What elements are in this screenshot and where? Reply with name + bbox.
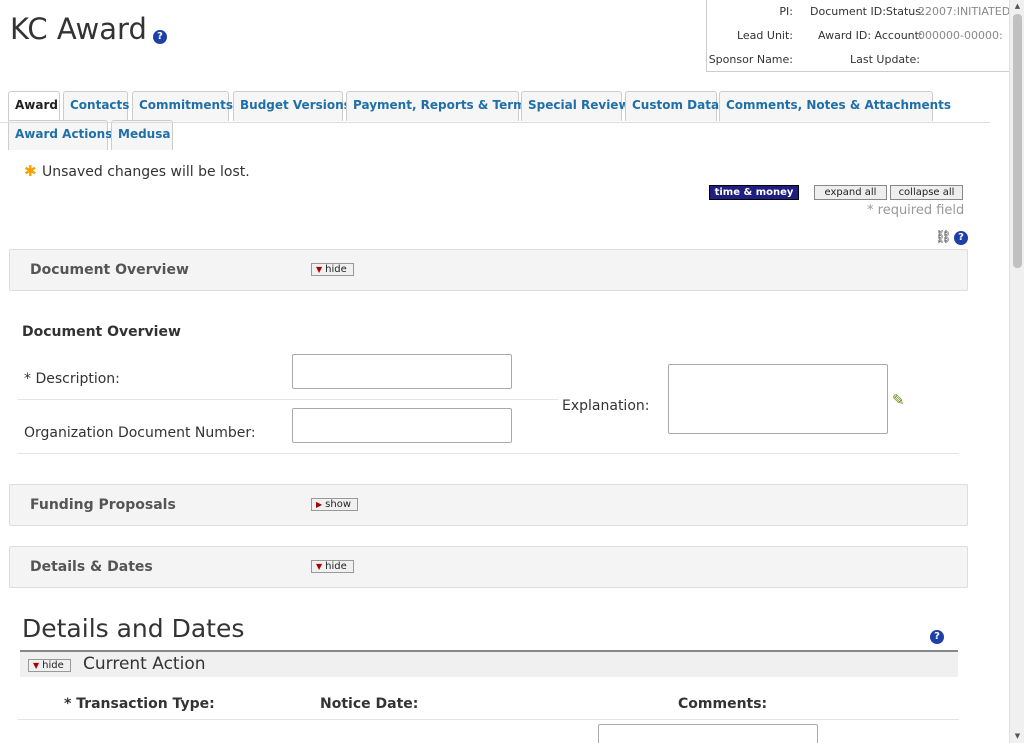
vertical-scrollbar[interactable]: ▲ ▼ [1009, 0, 1024, 743]
time-money-button[interactable]: time & money [709, 185, 799, 200]
org-doc-number-input[interactable] [292, 408, 512, 443]
toggle-label: hide [325, 264, 347, 275]
scrollbar-thumb[interactable] [1013, 14, 1022, 268]
award-id-label: Award ID: Account: [818, 29, 923, 42]
current-action-title: Current Action [83, 654, 206, 674]
required-field-note: * required field [867, 203, 965, 218]
show-toggle-button[interactable]: ▶ show [311, 498, 359, 511]
toggle-label: show [325, 499, 352, 510]
tab-contacts[interactable]: Contacts [63, 91, 129, 121]
row-divider [18, 453, 959, 454]
tab-award-actions[interactable]: Award Actions [8, 120, 112, 150]
document-overview-heading: Document Overview [22, 324, 181, 340]
transaction-type-label: * Transaction Type: [64, 696, 215, 712]
doc-id-value: 22007:INITIATED [918, 5, 1009, 18]
toggle-label: hide [325, 561, 347, 572]
tab-commitments[interactable]: Commitments [132, 91, 233, 121]
section-title: Document Overview [30, 262, 189, 278]
triangle-down-icon: ▼ [33, 661, 40, 670]
triangle-down-icon: ▼ [316, 265, 323, 274]
collapse-all-button[interactable]: collapse all [890, 185, 963, 200]
tab-special-review[interactable]: Special Review [521, 91, 630, 121]
tab-payment-reports-terms[interactable]: Payment, Reports & Terms [346, 91, 533, 121]
sponsor-name-label: Sponsor Name: [708, 53, 793, 66]
document-header-info: PI: Document ID:Status: 22007:INITIATED … [706, 0, 1009, 72]
tab-comments-notes-attachments[interactable]: Comments, Notes & Attachments [719, 91, 951, 121]
notice-date-label: Notice Date: [320, 696, 419, 712]
section-title: Details & Dates [30, 559, 153, 575]
explanation-label: Explanation: [562, 398, 650, 414]
link-icon[interactable]: ⛓ [935, 230, 952, 245]
row-divider [18, 399, 558, 400]
tab-divider [0, 122, 990, 123]
details-and-dates-title: Details and Dates [22, 614, 245, 643]
help-icon[interactable]: ? [153, 30, 167, 44]
row-divider [18, 719, 959, 720]
award-id-value: 000000-00000: [918, 29, 1003, 42]
hide-toggle-button[interactable]: ▼ hide [28, 659, 71, 672]
page-title: KC Award ? [10, 12, 167, 46]
help-icon[interactable]: ? [954, 231, 968, 245]
tab-budget-versions[interactable]: Budget Versions [233, 91, 351, 121]
tab-medusa[interactable]: Medusa [111, 120, 173, 150]
pencil-icon[interactable]: ✎ [892, 391, 905, 409]
unsaved-warning: ✱ Unsaved changes will be lost. [24, 162, 250, 180]
triangle-down-icon: ▼ [316, 562, 323, 571]
toggle-label: hide [42, 660, 64, 671]
scroll-down-arrow-icon[interactable]: ▼ [1013, 732, 1022, 741]
help-icon[interactable]: ? [930, 630, 944, 644]
doc-id-label: Document ID:Status: [810, 5, 925, 18]
page-title-text: KC Award [10, 12, 147, 46]
expand-all-button[interactable]: expand all [814, 185, 887, 200]
hide-toggle-button[interactable]: ▼ hide [311, 560, 354, 573]
unsaved-text: Unsaved changes will be lost. [42, 164, 250, 180]
lead-unit-label: Lead Unit: [736, 29, 793, 42]
asterisk-icon: ✱ [24, 162, 37, 180]
funding-proposals-section: Funding Proposals ▶ show [9, 484, 968, 526]
document-overview-section: Document Overview ▼ hide [9, 249, 968, 291]
pi-label: PI: [779, 5, 793, 18]
triangle-right-icon: ▶ [316, 500, 323, 509]
last-update-label: Last Update: [850, 53, 920, 66]
tab-award[interactable]: Award [8, 91, 60, 121]
current-action-bar: ▼ hide Current Action [20, 652, 958, 677]
hide-toggle-button[interactable]: ▼ hide [311, 263, 354, 276]
org-doc-number-label: Organization Document Number: [24, 425, 256, 441]
comments-textarea[interactable] [598, 724, 818, 743]
comments-label: Comments: [678, 696, 768, 712]
tab-custom-data[interactable]: Custom Data [625, 91, 719, 121]
details-dates-section: Details & Dates ▼ hide [9, 546, 968, 588]
description-input[interactable] [292, 354, 512, 389]
page: KC Award ? PI: Document ID:Status: 22007… [0, 0, 1009, 743]
scroll-up-arrow-icon[interactable]: ▲ [1013, 2, 1022, 11]
description-label: * Description: [24, 371, 120, 387]
explanation-textarea[interactable] [668, 364, 888, 434]
section-title: Funding Proposals [30, 497, 176, 513]
